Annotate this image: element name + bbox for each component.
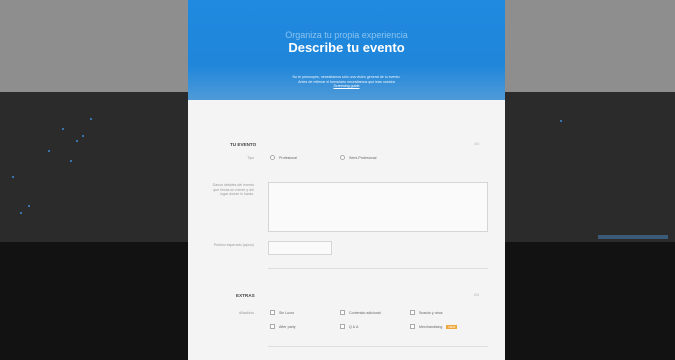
modal-title: Describe tu evento [288, 40, 405, 55]
extra-option-after-party[interactable]: After party [270, 324, 296, 329]
extra-option-merchandising[interactable]: Merchandising NEW [410, 324, 458, 329]
extra-option-label: Snacks y otros [419, 310, 443, 315]
checkbox-icon[interactable] [340, 310, 345, 315]
audience-label: Publico esperado (aprox) [213, 243, 254, 247]
screening-guide-link[interactable]: Screening guide [188, 84, 505, 89]
checkbox-icon[interactable] [340, 324, 345, 329]
extras-section-title: EXTRAS [236, 293, 255, 298]
type-option-semi-profesional[interactable]: Semi-Profesional [340, 155, 376, 160]
radio-icon[interactable] [340, 155, 345, 160]
extra-option-label: After party [279, 324, 296, 329]
checkbox-icon[interactable] [270, 310, 275, 315]
map-marker-icon [12, 176, 14, 178]
checkbox-icon[interactable] [270, 324, 275, 329]
event-section-title: TU EVENTO [230, 142, 257, 147]
map-marker-icon [20, 212, 22, 214]
type-label: Tipo [247, 156, 254, 160]
extra-option-contenido-adicional[interactable]: Contenido adicional [340, 310, 381, 315]
map-marker-icon [28, 205, 30, 207]
map-marker-icon [82, 135, 84, 137]
map-marker-icon [76, 140, 78, 142]
add-label: Añadidos [239, 311, 254, 315]
extra-option-q-and-a[interactable]: Q & A [340, 324, 358, 329]
extras-section-number: 2/4 [474, 293, 479, 297]
description-label: Danos detalles del evento que llevas en … [212, 183, 254, 197]
map-marker-icon [62, 128, 64, 130]
map-marker-icon [90, 118, 92, 120]
map-marker-icon [70, 160, 72, 162]
modal-supratitle: Organiza tu propia experiencia [285, 30, 408, 40]
radio-icon[interactable] [270, 155, 275, 160]
event-form-modal: Organiza tu propia experiencia Describe … [188, 0, 505, 360]
new-badge: NEW [446, 324, 458, 329]
type-option-profesional[interactable]: Profesional [270, 155, 297, 160]
extra-option-sin-lucro[interactable]: Sin Lucro [270, 310, 294, 315]
extra-option-label: Q & A [349, 324, 359, 329]
extra-option-label: Contenido adicional [349, 310, 381, 315]
checkbox-icon[interactable] [410, 310, 415, 315]
extra-option-label: Merchandising [419, 324, 443, 329]
checkbox-icon[interactable] [410, 324, 415, 329]
section-divider [268, 346, 488, 347]
section-divider [268, 268, 488, 269]
type-option-label: Semi-Profesional [349, 155, 377, 160]
map-marker-icon [48, 150, 50, 152]
map-legend [598, 235, 668, 239]
audience-input[interactable] [268, 241, 332, 255]
map-marker-icon [560, 120, 562, 122]
type-option-label: Profesional [279, 155, 297, 160]
description-textarea[interactable] [268, 182, 488, 232]
event-section-number: 1/4 [474, 142, 479, 146]
extra-option-label: Sin Lucro [279, 310, 295, 315]
modal-header: Organiza tu propia experiencia Describe … [188, 0, 505, 100]
extra-option-snacks[interactable]: Snacks y otros [410, 310, 443, 315]
modal-intro: No te preocupes, necesitamos sólo una vi… [188, 75, 505, 89]
